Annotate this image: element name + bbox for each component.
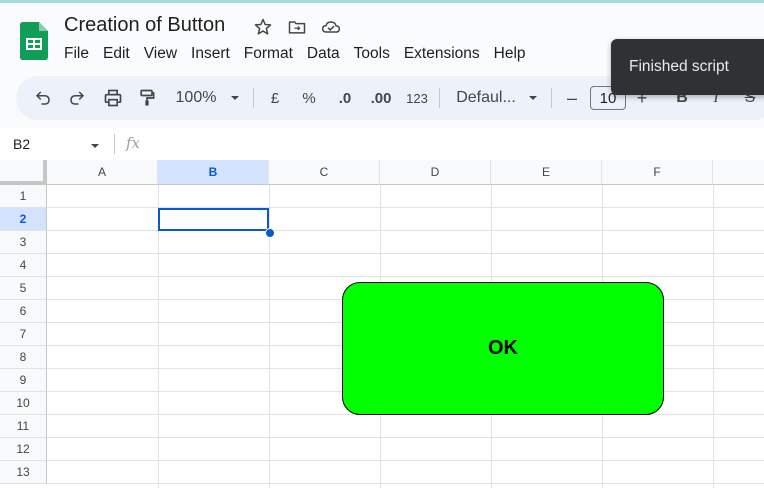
row-header-7[interactable]: 7 <box>0 323 47 346</box>
decrease-decimal-button[interactable]: .0 <box>330 76 360 120</box>
formula-divider <box>114 134 115 154</box>
font-family-select[interactable]: Defaul... <box>450 76 522 120</box>
zoom-select[interactable]: 100% <box>168 76 224 120</box>
row-header-13[interactable]: 13 <box>0 461 47 484</box>
number-format-button[interactable]: 123 <box>402 76 432 120</box>
toast-message: Finished script <box>611 39 764 95</box>
star-icon[interactable] <box>252 16 274 38</box>
redo-icon[interactable] <box>64 76 90 120</box>
paint-format-icon[interactable] <box>134 76 160 120</box>
row-header-8[interactable]: 8 <box>0 346 47 369</box>
column-header-d[interactable]: D <box>380 160 491 185</box>
function-icon: fx <box>126 134 141 152</box>
row-header-10[interactable]: 10 <box>0 392 47 415</box>
row-header-2[interactable]: 2 <box>0 208 47 231</box>
grid-line <box>47 437 764 438</box>
sheets-logo-icon[interactable] <box>20 22 48 60</box>
row-header-9[interactable]: 9 <box>0 369 47 392</box>
row-header-4[interactable]: 4 <box>0 254 47 277</box>
grid-line <box>47 460 764 461</box>
selected-cell-b2[interactable] <box>158 208 269 231</box>
column-header-c[interactable]: C <box>269 160 380 185</box>
chevron-down-icon[interactable] <box>524 76 542 120</box>
undo-icon[interactable] <box>30 76 56 120</box>
document-title[interactable]: Creation of Button <box>64 14 225 37</box>
row-header-11[interactable]: 11 <box>0 415 47 438</box>
row-header-6[interactable]: 6 <box>0 300 47 323</box>
chevron-down-icon[interactable] <box>226 76 244 120</box>
column-header-a[interactable]: A <box>47 160 158 185</box>
grid-line <box>47 483 764 484</box>
grid-line <box>47 276 764 277</box>
grid-line <box>47 253 764 254</box>
grid-line <box>47 230 764 231</box>
window-top-strip <box>0 0 764 3</box>
menu-format[interactable]: Format <box>244 45 301 63</box>
name-box[interactable]: B2 <box>13 136 30 152</box>
toolbar-divider <box>439 88 440 108</box>
menu-extensions[interactable]: Extensions <box>404 45 488 63</box>
row-header-5[interactable]: 5 <box>0 277 47 300</box>
ok-drawing-button[interactable]: OK <box>342 282 664 415</box>
fill-handle[interactable] <box>265 228 275 238</box>
toolbar-divider <box>253 88 254 108</box>
row-header-12[interactable]: 12 <box>0 438 47 461</box>
chevron-down-icon[interactable] <box>90 138 100 156</box>
menu-view[interactable]: View <box>144 45 185 63</box>
decrease-font-size-button[interactable]: – <box>562 76 582 120</box>
grid-line <box>47 207 764 208</box>
percent-format-button[interactable]: % <box>298 76 320 120</box>
menu-bar: File Edit View Insert Format Data Tools … <box>64 45 540 63</box>
menu-help[interactable]: Help <box>494 45 534 63</box>
select-all-corner[interactable] <box>0 160 47 185</box>
menu-tools[interactable]: Tools <box>354 45 398 63</box>
increase-decimal-button[interactable]: .00 <box>364 76 398 120</box>
move-folder-icon[interactable] <box>286 16 308 38</box>
menu-file[interactable]: File <box>64 45 97 63</box>
menu-insert[interactable]: Insert <box>191 45 238 63</box>
menu-data[interactable]: Data <box>307 45 348 63</box>
menu-edit[interactable]: Edit <box>103 45 138 63</box>
cloud-saved-icon[interactable] <box>320 16 342 38</box>
column-header-b[interactable]: B <box>158 160 269 185</box>
print-icon[interactable] <box>100 76 126 120</box>
column-header-e[interactable]: E <box>491 160 602 185</box>
column-header-f[interactable]: F <box>602 160 713 185</box>
column-header-g[interactable] <box>713 160 764 185</box>
row-header-3[interactable]: 3 <box>0 231 47 254</box>
row-header-1[interactable]: 1 <box>0 185 47 208</box>
currency-format-button[interactable]: £ <box>264 76 286 120</box>
toolbar-divider <box>551 88 552 108</box>
